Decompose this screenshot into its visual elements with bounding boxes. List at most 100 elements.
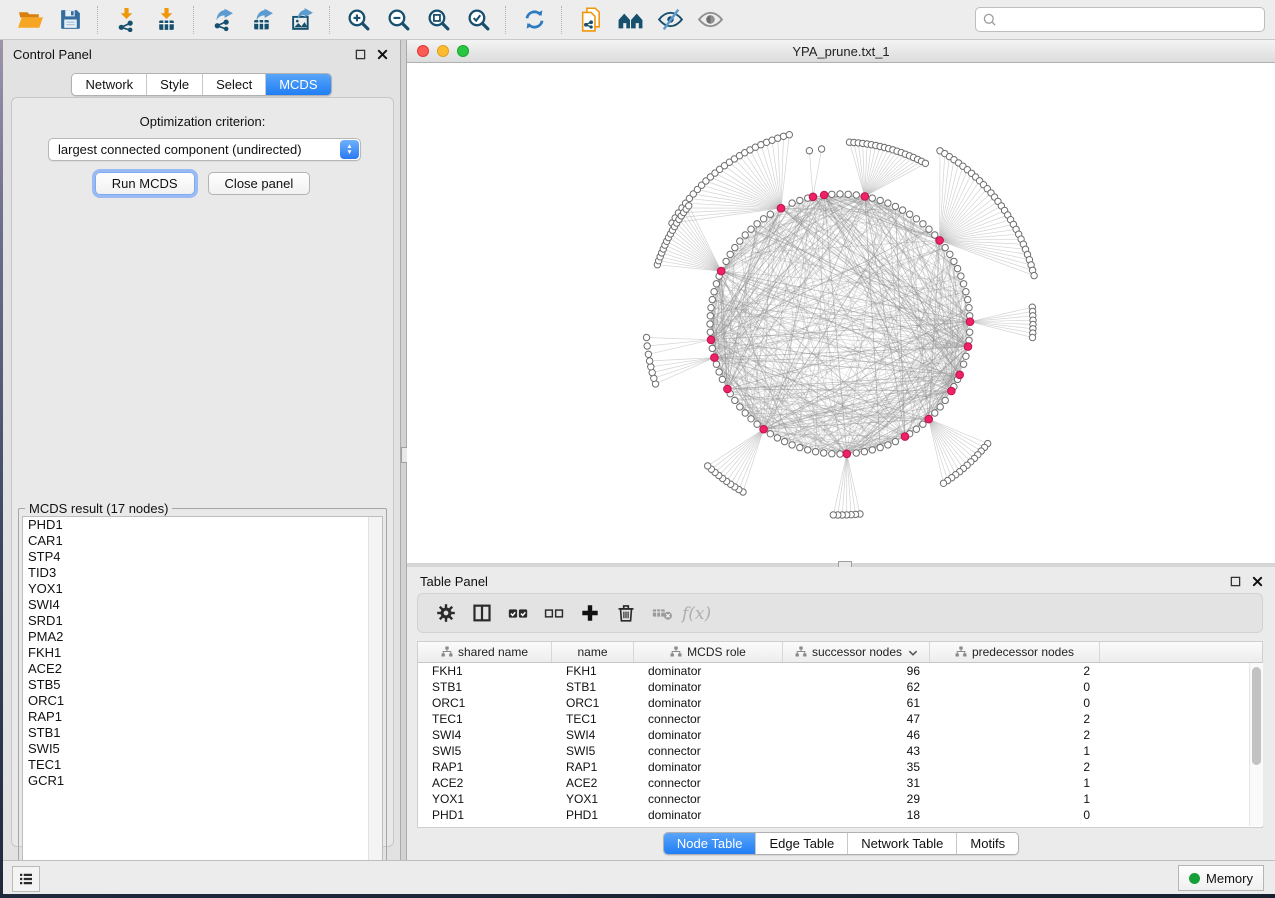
table-row[interactable]: RAP1RAP1dominator352 xyxy=(418,759,1262,775)
close-panel-button[interactable]: Close panel xyxy=(208,172,311,195)
mcds-result-groupbox: MCDS result (17 nodes) PHD1CAR1STP4TID3Y… xyxy=(18,508,387,878)
table-cell: ACE2 xyxy=(418,775,552,791)
export-image-button[interactable] xyxy=(282,3,322,37)
export-table-button[interactable] xyxy=(242,3,282,37)
mcds-result-item[interactable]: RAP1 xyxy=(23,709,382,725)
tab-style[interactable]: Style xyxy=(147,74,203,95)
apply-layout-icon xyxy=(521,7,548,32)
mcds-result-item[interactable]: ACE2 xyxy=(23,661,382,677)
select-all-button[interactable] xyxy=(500,597,536,629)
network-from-file-button[interactable] xyxy=(570,3,610,37)
table-row[interactable]: PHD1PHD1dominator180 xyxy=(418,807,1262,823)
list-scrollbar[interactable] xyxy=(368,517,382,873)
tree-icon xyxy=(670,646,682,658)
import-network-button[interactable] xyxy=(106,3,146,37)
import-table-button[interactable] xyxy=(146,3,186,37)
network-graph[interactable] xyxy=(407,63,1275,564)
table-row[interactable]: SWI4SWI4dominator462 xyxy=(418,727,1262,743)
column-header-shared-name[interactable]: shared name xyxy=(418,642,552,662)
control-panel-tabs: NetworkStyleSelectMCDS xyxy=(71,73,331,96)
select-stepper-icon: ▲▼ xyxy=(340,140,359,159)
mcds-result-item[interactable]: YOX1 xyxy=(23,581,382,597)
table-row[interactable]: TEC1TEC1connector472 xyxy=(418,711,1262,727)
deselect-all-button[interactable] xyxy=(536,597,572,629)
tab-edge-table[interactable]: Edge Table xyxy=(756,833,848,854)
control-panel: Control Panel NetworkStyleSelectMCDS Opt… xyxy=(3,40,400,860)
mcds-result-list[interactable]: PHD1CAR1STP4TID3YOX1SWI4SRD1PMA2FKH1ACE2… xyxy=(22,516,383,874)
export-network-button[interactable] xyxy=(202,3,242,37)
table-cell: 61 xyxy=(783,695,930,711)
delete-column-button[interactable] xyxy=(608,597,644,629)
show-hidden-icon xyxy=(697,7,724,32)
mcds-panel: Optimization criterion: largest connecte… xyxy=(11,97,394,847)
mcds-result-item[interactable]: SRD1 xyxy=(23,613,382,629)
apply-layout-button[interactable] xyxy=(514,3,554,37)
table-cell: connector xyxy=(634,743,783,759)
tab-mcds[interactable]: MCDS xyxy=(266,74,330,95)
settings-gear-button[interactable] xyxy=(428,597,464,629)
zoom-fit-button[interactable] xyxy=(418,3,458,37)
add-column-button[interactable] xyxy=(572,597,608,629)
mcds-result-item[interactable]: STB1 xyxy=(23,725,382,741)
search-input[interactable] xyxy=(998,9,1264,31)
column-header-MCDS-role[interactable]: MCDS role xyxy=(634,642,783,662)
column-header-successor-nodes[interactable]: successor nodes xyxy=(783,642,930,662)
mcds-result-item[interactable]: TEC1 xyxy=(23,757,382,773)
table-toolbar: f(x) xyxy=(417,593,1263,633)
table-row[interactable]: ACE2ACE2connector311 xyxy=(418,775,1262,791)
save-session-button[interactable] xyxy=(50,3,90,37)
mcds-result-item[interactable]: PHD1 xyxy=(23,517,382,533)
column-label: successor nodes xyxy=(812,645,902,659)
mcds-result-item[interactable]: SWI5 xyxy=(23,741,382,757)
optimization-select[interactable]: largest connected component (undirected)… xyxy=(48,138,361,161)
column-header-predecessor-nodes[interactable]: predecessor nodes xyxy=(930,642,1100,662)
column-label: shared name xyxy=(458,645,528,659)
run-mcds-button[interactable]: Run MCDS xyxy=(95,172,195,195)
table-cell: FKH1 xyxy=(418,663,552,679)
mcds-result-item[interactable]: SWI4 xyxy=(23,597,382,613)
tab-select[interactable]: Select xyxy=(203,74,266,95)
mcds-result-item[interactable]: CAR1 xyxy=(23,533,382,549)
table-cell: 2 xyxy=(930,663,1100,679)
vertical-splitter[interactable] xyxy=(400,40,407,860)
tab-node-table[interactable]: Node Table xyxy=(664,833,757,854)
optimization-value: largest connected component (undirected) xyxy=(58,142,302,157)
open-session-button[interactable] xyxy=(10,3,50,37)
mcds-result-item[interactable]: FKH1 xyxy=(23,645,382,661)
task-history-button[interactable] xyxy=(12,866,40,892)
tab-network-table[interactable]: Network Table xyxy=(848,833,957,854)
columns-button[interactable] xyxy=(464,597,500,629)
table-row[interactable]: SWI5SWI5connector431 xyxy=(418,743,1262,759)
zoom-in-button[interactable] xyxy=(338,3,378,37)
hide-selected-button[interactable] xyxy=(650,3,690,37)
table-scrollbar[interactable] xyxy=(1249,663,1263,826)
search-box[interactable] xyxy=(975,7,1265,32)
table-row[interactable]: YOX1YOX1connector291 xyxy=(418,791,1262,807)
mcds-result-item[interactable]: GCR1 xyxy=(23,773,382,789)
mcds-result-item[interactable]: TID3 xyxy=(23,565,382,581)
first-neighbors-button[interactable] xyxy=(610,3,650,37)
float-panel-icon[interactable] xyxy=(352,46,368,62)
close-panel-icon[interactable] xyxy=(1249,573,1265,589)
close-panel-icon[interactable] xyxy=(374,46,390,62)
mcds-result-item[interactable]: STB5 xyxy=(23,677,382,693)
show-hidden-button[interactable] xyxy=(690,3,730,37)
mcds-result-item[interactable]: ORC1 xyxy=(23,693,382,709)
column-header-name[interactable]: name xyxy=(552,642,634,662)
delete-table-disabled-icon xyxy=(651,602,673,624)
import-network-icon xyxy=(113,7,140,32)
table-cell: RAP1 xyxy=(552,759,634,775)
table-row[interactable]: FKH1FKH1dominator962 xyxy=(418,663,1262,679)
table-row[interactable]: ORC1ORC1dominator610 xyxy=(418,695,1262,711)
tab-network[interactable]: Network xyxy=(72,74,147,95)
mcds-result-item[interactable]: PMA2 xyxy=(23,629,382,645)
float-panel-icon[interactable] xyxy=(1227,573,1243,589)
scrollbar-thumb[interactable] xyxy=(1252,667,1261,765)
mcds-result-item[interactable]: STP4 xyxy=(23,549,382,565)
table-row[interactable]: STB1STB1dominator620 xyxy=(418,679,1262,695)
zoom-selected-button[interactable] xyxy=(458,3,498,37)
network-canvas[interactable] xyxy=(407,63,1275,564)
memory-button[interactable]: Memory xyxy=(1178,865,1264,891)
zoom-out-button[interactable] xyxy=(378,3,418,37)
tab-motifs[interactable]: Motifs xyxy=(957,833,1018,854)
